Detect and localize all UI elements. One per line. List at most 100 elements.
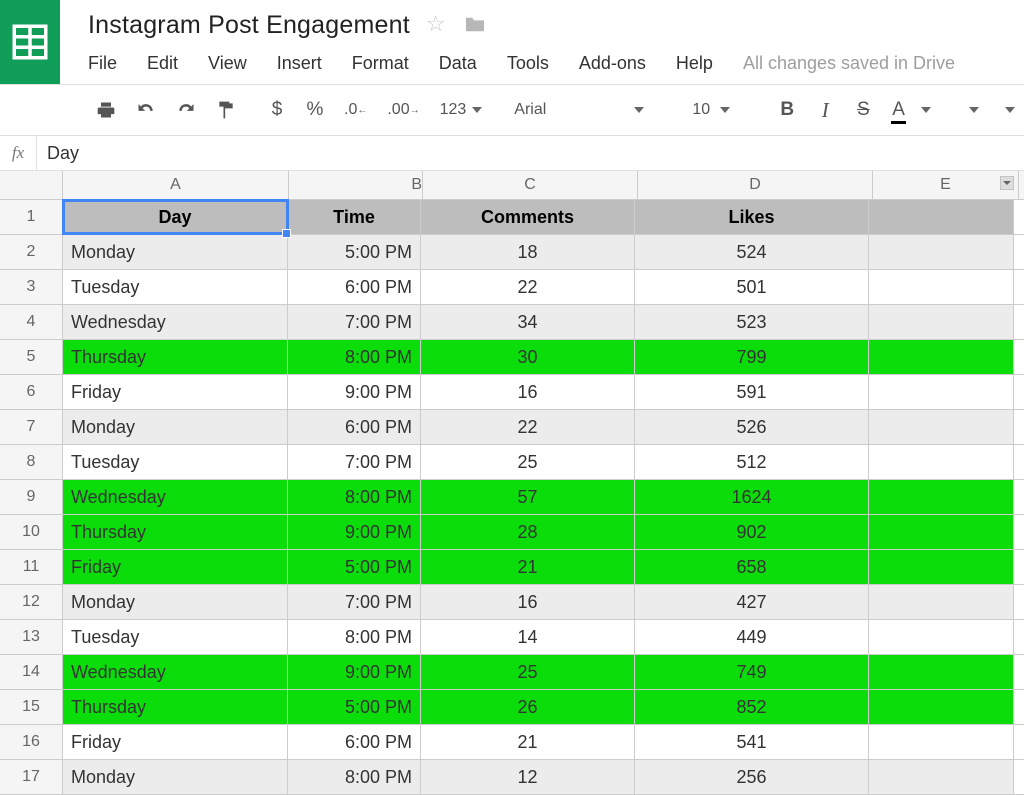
cell[interactable] xyxy=(869,340,1014,374)
row-header[interactable]: 8 xyxy=(0,445,63,479)
row-header[interactable]: 17 xyxy=(0,760,63,794)
cell[interactable] xyxy=(869,200,1014,234)
cell[interactable]: 5:00 PM xyxy=(288,550,421,584)
column-header-a[interactable]: A xyxy=(63,171,289,199)
number-format-dropdown[interactable]: 123 xyxy=(440,101,483,119)
cell[interactable] xyxy=(869,445,1014,479)
cell[interactable]: 12 xyxy=(421,760,635,794)
font-size-dropdown[interactable]: 10 xyxy=(676,101,746,119)
cell[interactable]: 7:00 PM xyxy=(288,445,421,479)
cell[interactable]: 658 xyxy=(635,550,869,584)
strikethrough-button[interactable]: S xyxy=(854,99,872,121)
cell[interactable] xyxy=(869,270,1014,304)
text-color-dropdown[interactable]: A xyxy=(892,99,931,121)
cell[interactable]: 9:00 PM xyxy=(288,655,421,689)
paint-format-icon[interactable] xyxy=(216,100,236,120)
cell[interactable]: 22 xyxy=(421,270,635,304)
cell[interactable]: 256 xyxy=(635,760,869,794)
menu-help[interactable]: Help xyxy=(676,53,713,74)
cell[interactable] xyxy=(869,410,1014,444)
row-header[interactable]: 4 xyxy=(0,305,63,339)
cell[interactable]: 25 xyxy=(421,655,635,689)
select-all-corner[interactable] xyxy=(0,171,63,199)
cell[interactable]: 512 xyxy=(635,445,869,479)
cell[interactable]: 7:00 PM xyxy=(288,305,421,339)
fill-color-dropdown[interactable] xyxy=(963,107,979,113)
row-header[interactable]: 7 xyxy=(0,410,63,444)
undo-icon[interactable] xyxy=(136,100,156,120)
currency-button[interactable]: $ xyxy=(268,99,286,121)
print-icon[interactable] xyxy=(96,100,116,120)
cell[interactable] xyxy=(869,375,1014,409)
cell[interactable]: 18 xyxy=(421,235,635,269)
row-header[interactable]: 13 xyxy=(0,620,63,654)
cell[interactable]: Friday xyxy=(63,725,288,759)
cell[interactable]: 523 xyxy=(635,305,869,339)
cell[interactable] xyxy=(869,305,1014,339)
cell[interactable]: 8:00 PM xyxy=(288,340,421,374)
menu-tools[interactable]: Tools xyxy=(507,53,549,74)
row-header[interactable]: 14 xyxy=(0,655,63,689)
column-header-e[interactable]: E xyxy=(873,171,1019,199)
row-header[interactable]: 1 xyxy=(0,200,63,234)
cell[interactable]: 852 xyxy=(635,690,869,724)
cell[interactable]: Wednesday xyxy=(63,655,288,689)
cell[interactable]: 26 xyxy=(421,690,635,724)
cell[interactable]: Thursday xyxy=(63,340,288,374)
row-header[interactable]: 12 xyxy=(0,585,63,619)
cell[interactable]: 21 xyxy=(421,550,635,584)
row-header[interactable]: 11 xyxy=(0,550,63,584)
cell[interactable]: 526 xyxy=(635,410,869,444)
row-header[interactable]: 16 xyxy=(0,725,63,759)
cell[interactable]: Thursday xyxy=(63,515,288,549)
row-header[interactable]: 5 xyxy=(0,340,63,374)
sheets-logo[interactable] xyxy=(0,0,60,84)
cell[interactable]: 7:00 PM xyxy=(288,585,421,619)
font-family-dropdown[interactable]: Arial xyxy=(514,101,644,119)
cell[interactable]: 902 xyxy=(635,515,869,549)
cell[interactable]: 25 xyxy=(421,445,635,479)
cell[interactable]: 591 xyxy=(635,375,869,409)
cell[interactable]: Monday xyxy=(63,585,288,619)
cell[interactable]: 8:00 PM xyxy=(288,760,421,794)
cell[interactable] xyxy=(869,550,1014,584)
cell[interactable]: 28 xyxy=(421,515,635,549)
cell[interactable] xyxy=(869,515,1014,549)
cell[interactable]: Wednesday xyxy=(63,305,288,339)
bold-button[interactable]: B xyxy=(778,99,796,121)
row-header[interactable]: 9 xyxy=(0,480,63,514)
row-header[interactable]: 2 xyxy=(0,235,63,269)
cell[interactable]: Likes xyxy=(635,200,869,234)
cell[interactable] xyxy=(869,480,1014,514)
cell[interactable]: 21 xyxy=(421,725,635,759)
cell[interactable] xyxy=(869,655,1014,689)
row-header[interactable]: 6 xyxy=(0,375,63,409)
column-header-d[interactable]: D xyxy=(638,171,873,199)
row-header[interactable]: 10 xyxy=(0,515,63,549)
cell[interactable]: 449 xyxy=(635,620,869,654)
folder-icon[interactable] xyxy=(464,15,486,33)
cell[interactable]: 9:00 PM xyxy=(288,375,421,409)
cell[interactable]: Monday xyxy=(63,760,288,794)
cell[interactable]: 8:00 PM xyxy=(288,480,421,514)
cell[interactable]: Comments xyxy=(421,200,635,234)
cell[interactable] xyxy=(869,235,1014,269)
cell[interactable]: 427 xyxy=(635,585,869,619)
cell[interactable] xyxy=(869,620,1014,654)
cell[interactable]: 799 xyxy=(635,340,869,374)
menu-insert[interactable]: Insert xyxy=(277,53,322,74)
cell[interactable]: 1624 xyxy=(635,480,869,514)
cell[interactable]: 6:00 PM xyxy=(288,270,421,304)
cell[interactable]: Tuesday xyxy=(63,620,288,654)
increase-decimal-button[interactable]: .00→ xyxy=(387,101,419,119)
star-icon[interactable]: ☆ xyxy=(426,11,446,37)
cell[interactable]: Day xyxy=(63,200,288,234)
cell[interactable]: 541 xyxy=(635,725,869,759)
cell[interactable]: Friday xyxy=(63,375,288,409)
column-filter-icon[interactable] xyxy=(1000,176,1014,195)
cell[interactable]: 57 xyxy=(421,480,635,514)
row-header[interactable]: 15 xyxy=(0,690,63,724)
borders-dropdown[interactable] xyxy=(999,107,1015,113)
cell[interactable]: Time xyxy=(288,200,421,234)
cell[interactable]: 749 xyxy=(635,655,869,689)
